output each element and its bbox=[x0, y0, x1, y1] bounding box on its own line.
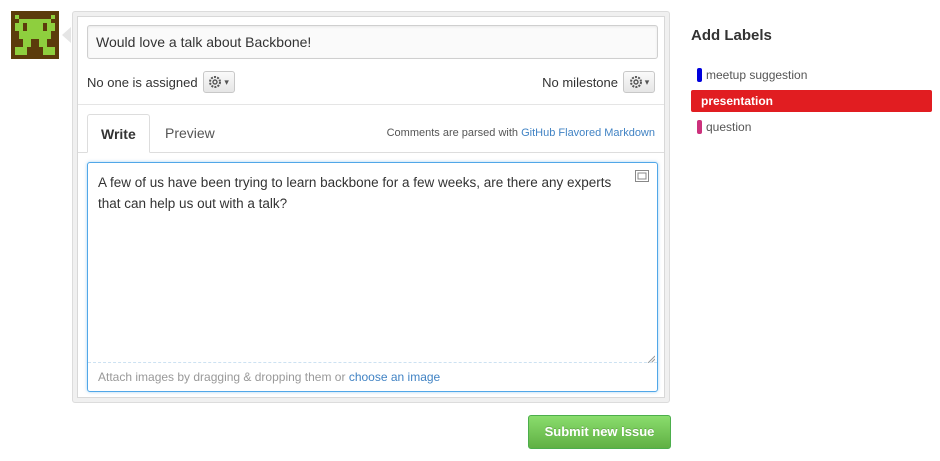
gear-icon bbox=[629, 76, 642, 88]
markdown-help-link[interactable]: GitHub Flavored Markdown bbox=[521, 127, 655, 139]
label-color-swatch bbox=[697, 120, 702, 134]
avatar bbox=[11, 11, 59, 59]
assignee-text: No one is assigned bbox=[87, 74, 198, 90]
label-name: question bbox=[706, 120, 752, 134]
assignee-section: No one is assigned ▾ bbox=[87, 69, 235, 95]
fullscreen-icon[interactable] bbox=[635, 170, 649, 182]
submit-issue-button[interactable]: Submit new Issue bbox=[528, 415, 671, 449]
issue-title-input[interactable] bbox=[87, 25, 658, 59]
milestone-gear-button[interactable]: ▾ bbox=[623, 71, 655, 93]
issue-meta-row: No one is assigned ▾ No milestone ▾ bbox=[87, 69, 655, 95]
section-divider bbox=[78, 104, 664, 105]
chevron-down-icon: ▾ bbox=[644, 76, 650, 87]
attach-text: Attach images by dragging & dropping the… bbox=[98, 370, 346, 384]
label-name: presentation bbox=[701, 94, 774, 108]
speech-bubble-arrow bbox=[62, 27, 71, 43]
milestone-section: No milestone ▾ bbox=[542, 69, 655, 95]
gear-icon bbox=[209, 76, 222, 88]
chevron-down-icon: ▾ bbox=[224, 76, 229, 87]
markdown-note: Comments are parsed with GitHub Flavored… bbox=[387, 127, 655, 139]
comment-body-text[interactable]: A few of us have been trying to learn ba… bbox=[98, 172, 627, 214]
label-item-meetup-suggestion[interactable]: meetup suggestion bbox=[691, 64, 932, 86]
label-name: meetup suggestion bbox=[706, 68, 808, 82]
milestone-text: No milestone bbox=[542, 74, 618, 90]
labels-list: meetup suggestion presentation question bbox=[691, 64, 932, 138]
tab-write[interactable]: Write bbox=[87, 114, 150, 153]
new-issue-form: No one is assigned ▾ No milestone ▾ bbox=[72, 11, 670, 403]
label-color-swatch bbox=[697, 68, 702, 82]
comment-textarea[interactable]: A few of us have been trying to learn ba… bbox=[87, 162, 658, 392]
attach-images-bar: Attach images by dragging & dropping the… bbox=[88, 362, 657, 391]
pixel-avatar-icon bbox=[11, 11, 59, 59]
editor-tabs: Write Preview Comments are parsed with G… bbox=[78, 114, 664, 154]
new-issue-form-inner: No one is assigned ▾ No milestone ▾ bbox=[77, 16, 665, 398]
tab-preview[interactable]: Preview bbox=[152, 114, 228, 153]
label-item-question[interactable]: question bbox=[691, 116, 932, 138]
assignee-gear-button[interactable]: ▾ bbox=[202, 71, 235, 93]
label-item-presentation[interactable]: presentation bbox=[691, 90, 932, 112]
choose-image-link[interactable]: choose an image bbox=[349, 370, 440, 384]
markdown-note-text: Comments are parsed with bbox=[386, 127, 519, 139]
labels-heading: Add Labels bbox=[691, 27, 772, 44]
labels-panel: Add Labels meetup suggestion presentation… bbox=[691, 26, 932, 142]
